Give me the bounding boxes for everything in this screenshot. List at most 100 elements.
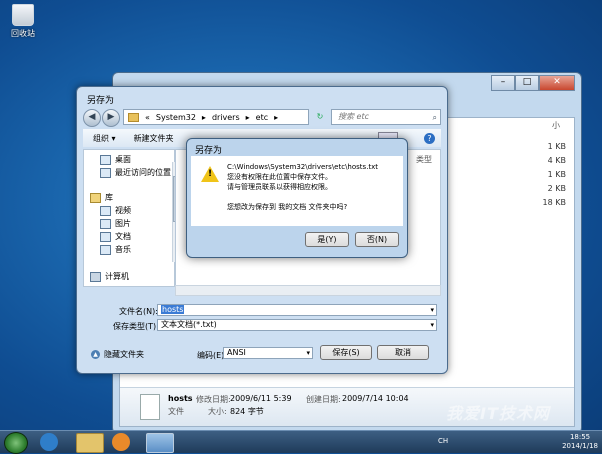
music-icon xyxy=(100,244,111,255)
nav-item-documents[interactable]: 文档 xyxy=(100,231,131,242)
nav-item-computer[interactable]: 计算机 xyxy=(90,271,129,282)
hide-folders-label: 隐藏文件夹 xyxy=(104,350,144,359)
media-player-icon[interactable] xyxy=(112,433,130,451)
nav-item-libraries[interactable]: 库 xyxy=(90,192,113,203)
recycle-bin[interactable]: 回收站 xyxy=(6,4,40,39)
chevron-down-icon[interactable]: ▾ xyxy=(430,305,434,315)
file-icon xyxy=(140,394,160,420)
nav-label: 图片 xyxy=(115,219,131,228)
desktop-icon xyxy=(100,154,111,165)
help-icon[interactable]: ? xyxy=(424,132,435,144)
ie-icon[interactable] xyxy=(40,433,58,451)
type-column-header[interactable]: 类型 xyxy=(416,154,432,165)
details-created-label: 创建日期: xyxy=(306,395,341,404)
details-modified: 2009/6/11 5:39 xyxy=(230,394,292,403)
nav-label: 计算机 xyxy=(105,272,129,281)
breadcrumb-separator[interactable]: ▸ xyxy=(202,113,206,122)
breadcrumb-drivers[interactable]: drivers xyxy=(212,113,240,122)
breadcrumb-chevron[interactable]: « xyxy=(145,113,150,122)
warning-icon: ! xyxy=(201,166,219,182)
details-size-label: 大小: xyxy=(208,407,227,416)
nav-label: 桌面 xyxy=(115,155,131,164)
alert-title: 另存为 xyxy=(195,146,223,156)
details-modified-label: 修改日期: xyxy=(196,395,231,404)
start-button[interactable] xyxy=(4,432,28,454)
new-folder-button[interactable]: 新建文件夹 xyxy=(134,133,174,144)
dialog-title: 另存为 xyxy=(87,96,115,106)
notepad-icon[interactable] xyxy=(146,433,174,453)
search-input[interactable]: 搜索 etc ⌕ xyxy=(331,109,441,125)
breadcrumb-system32[interactable]: System32 xyxy=(156,113,196,122)
organize-menu[interactable]: 组织 ▾ xyxy=(93,133,116,144)
details-type: 文件 xyxy=(168,407,184,416)
chevron-down-icon[interactable]: ▾ xyxy=(430,320,434,330)
nav-label: 文档 xyxy=(115,232,131,241)
size-column-header[interactable]: 小 xyxy=(552,120,560,131)
address-bar[interactable]: « System32 ▸ drivers ▸ etc ▸ xyxy=(123,109,309,125)
alert-line: 您没有权限在此位置中保存文件。 xyxy=(227,173,332,181)
alert-body: ! C:\Windows\System32\drivers\etc\hosts.… xyxy=(191,156,403,226)
nav-label: 音乐 xyxy=(115,245,131,254)
back-button[interactable]: ◀ xyxy=(83,109,101,127)
pictures-icon xyxy=(100,218,111,229)
clock-time: 18:55 xyxy=(569,433,591,441)
explorer-icon[interactable] xyxy=(76,433,104,453)
nav-label: 库 xyxy=(105,193,113,202)
videos-icon xyxy=(100,205,111,216)
details-created: 2009/7/14 10:04 xyxy=(342,394,409,403)
chevron-down-icon[interactable]: ▾ xyxy=(306,348,310,358)
hide-folders-toggle[interactable]: ▲ 隐藏文件夹 xyxy=(91,349,144,360)
forward-button[interactable]: ▶ xyxy=(102,109,120,127)
no-button[interactable]: 否(N) xyxy=(355,232,399,247)
cancel-button[interactable]: 取消 xyxy=(377,345,429,360)
yes-button[interactable]: 是(Y) xyxy=(305,232,349,247)
close-button[interactable]: ✕ xyxy=(539,75,575,91)
save-button[interactable]: 保存(S) xyxy=(320,345,372,360)
breadcrumb-separator[interactable]: ▸ xyxy=(246,113,250,122)
navigation-pane[interactable]: 桌面 最近访问的位置 库 视频 图片 文档 音乐 计算机 xyxy=(83,149,182,287)
recent-places-icon xyxy=(100,167,111,178)
nav-item-recent[interactable]: 最近访问的位置 xyxy=(100,167,171,178)
libraries-icon xyxy=(90,192,101,203)
chevron-up-icon: ▲ xyxy=(91,350,100,359)
nav-label: 视频 xyxy=(115,206,131,215)
details-filename: hosts xyxy=(168,394,193,403)
filename-value: hosts xyxy=(161,305,185,314)
filename-field[interactable]: hosts ▾ xyxy=(157,304,437,316)
taskbar: CH 18:55 2014/1/18 xyxy=(0,430,602,454)
size-column: 1 KB 4 KB 1 KB 2 KB 18 KB xyxy=(543,140,566,210)
file-size: 1 KB xyxy=(547,170,566,179)
file-size: 1 KB xyxy=(547,142,566,151)
save-type-value: 文本文档(*.txt) xyxy=(161,320,217,329)
save-type-select[interactable]: 文本文档(*.txt) ▾ xyxy=(157,319,437,331)
clock[interactable]: 18:55 2014/1/18 xyxy=(562,433,598,451)
system-tray: CH xyxy=(438,437,448,445)
nav-item-music[interactable]: 音乐 xyxy=(100,244,131,255)
refresh-icon[interactable]: ↻ xyxy=(313,109,327,125)
alert-line: C:\Windows\System32\drivers\etc\hosts.tx… xyxy=(227,163,379,171)
nav-item-desktop[interactable]: 桌面 xyxy=(100,154,131,165)
computer-icon xyxy=(90,271,101,282)
search-icon[interactable]: ⌕ xyxy=(433,111,437,125)
search-placeholder: 搜索 etc xyxy=(338,112,369,121)
horizontal-scrollbar[interactable] xyxy=(175,285,441,296)
minimize-button[interactable]: – xyxy=(491,75,515,91)
permission-alert-dialog[interactable]: 另存为 ! C:\Windows\System32\drivers\etc\ho… xyxy=(186,138,408,258)
encoding-value: ANSI xyxy=(227,348,246,357)
clock-date: 2014/1/18 xyxy=(562,442,598,450)
recycle-bin-label: 回收站 xyxy=(11,29,35,38)
nav-item-videos[interactable]: 视频 xyxy=(100,205,131,216)
filename-label: 文件名(N): xyxy=(119,307,158,316)
nav-item-pictures[interactable]: 图片 xyxy=(100,218,131,229)
navigation-row: ◀ ▶ « System32 ▸ drivers ▸ etc ▸ ↻ 搜索 et… xyxy=(83,109,441,127)
language-indicator[interactable]: CH xyxy=(438,437,448,445)
breadcrumb-etc[interactable]: etc xyxy=(256,113,268,122)
alert-message: C:\Windows\System32\drivers\etc\hosts.tx… xyxy=(227,162,378,212)
file-size: 2 KB xyxy=(547,184,566,193)
maximize-button[interactable]: □ xyxy=(515,75,539,91)
file-size: 18 KB xyxy=(542,198,566,207)
file-size: 4 KB xyxy=(547,156,566,165)
documents-icon xyxy=(100,231,111,242)
encoding-select[interactable]: ANSI ▾ xyxy=(223,347,313,359)
breadcrumb-separator[interactable]: ▸ xyxy=(274,113,278,122)
